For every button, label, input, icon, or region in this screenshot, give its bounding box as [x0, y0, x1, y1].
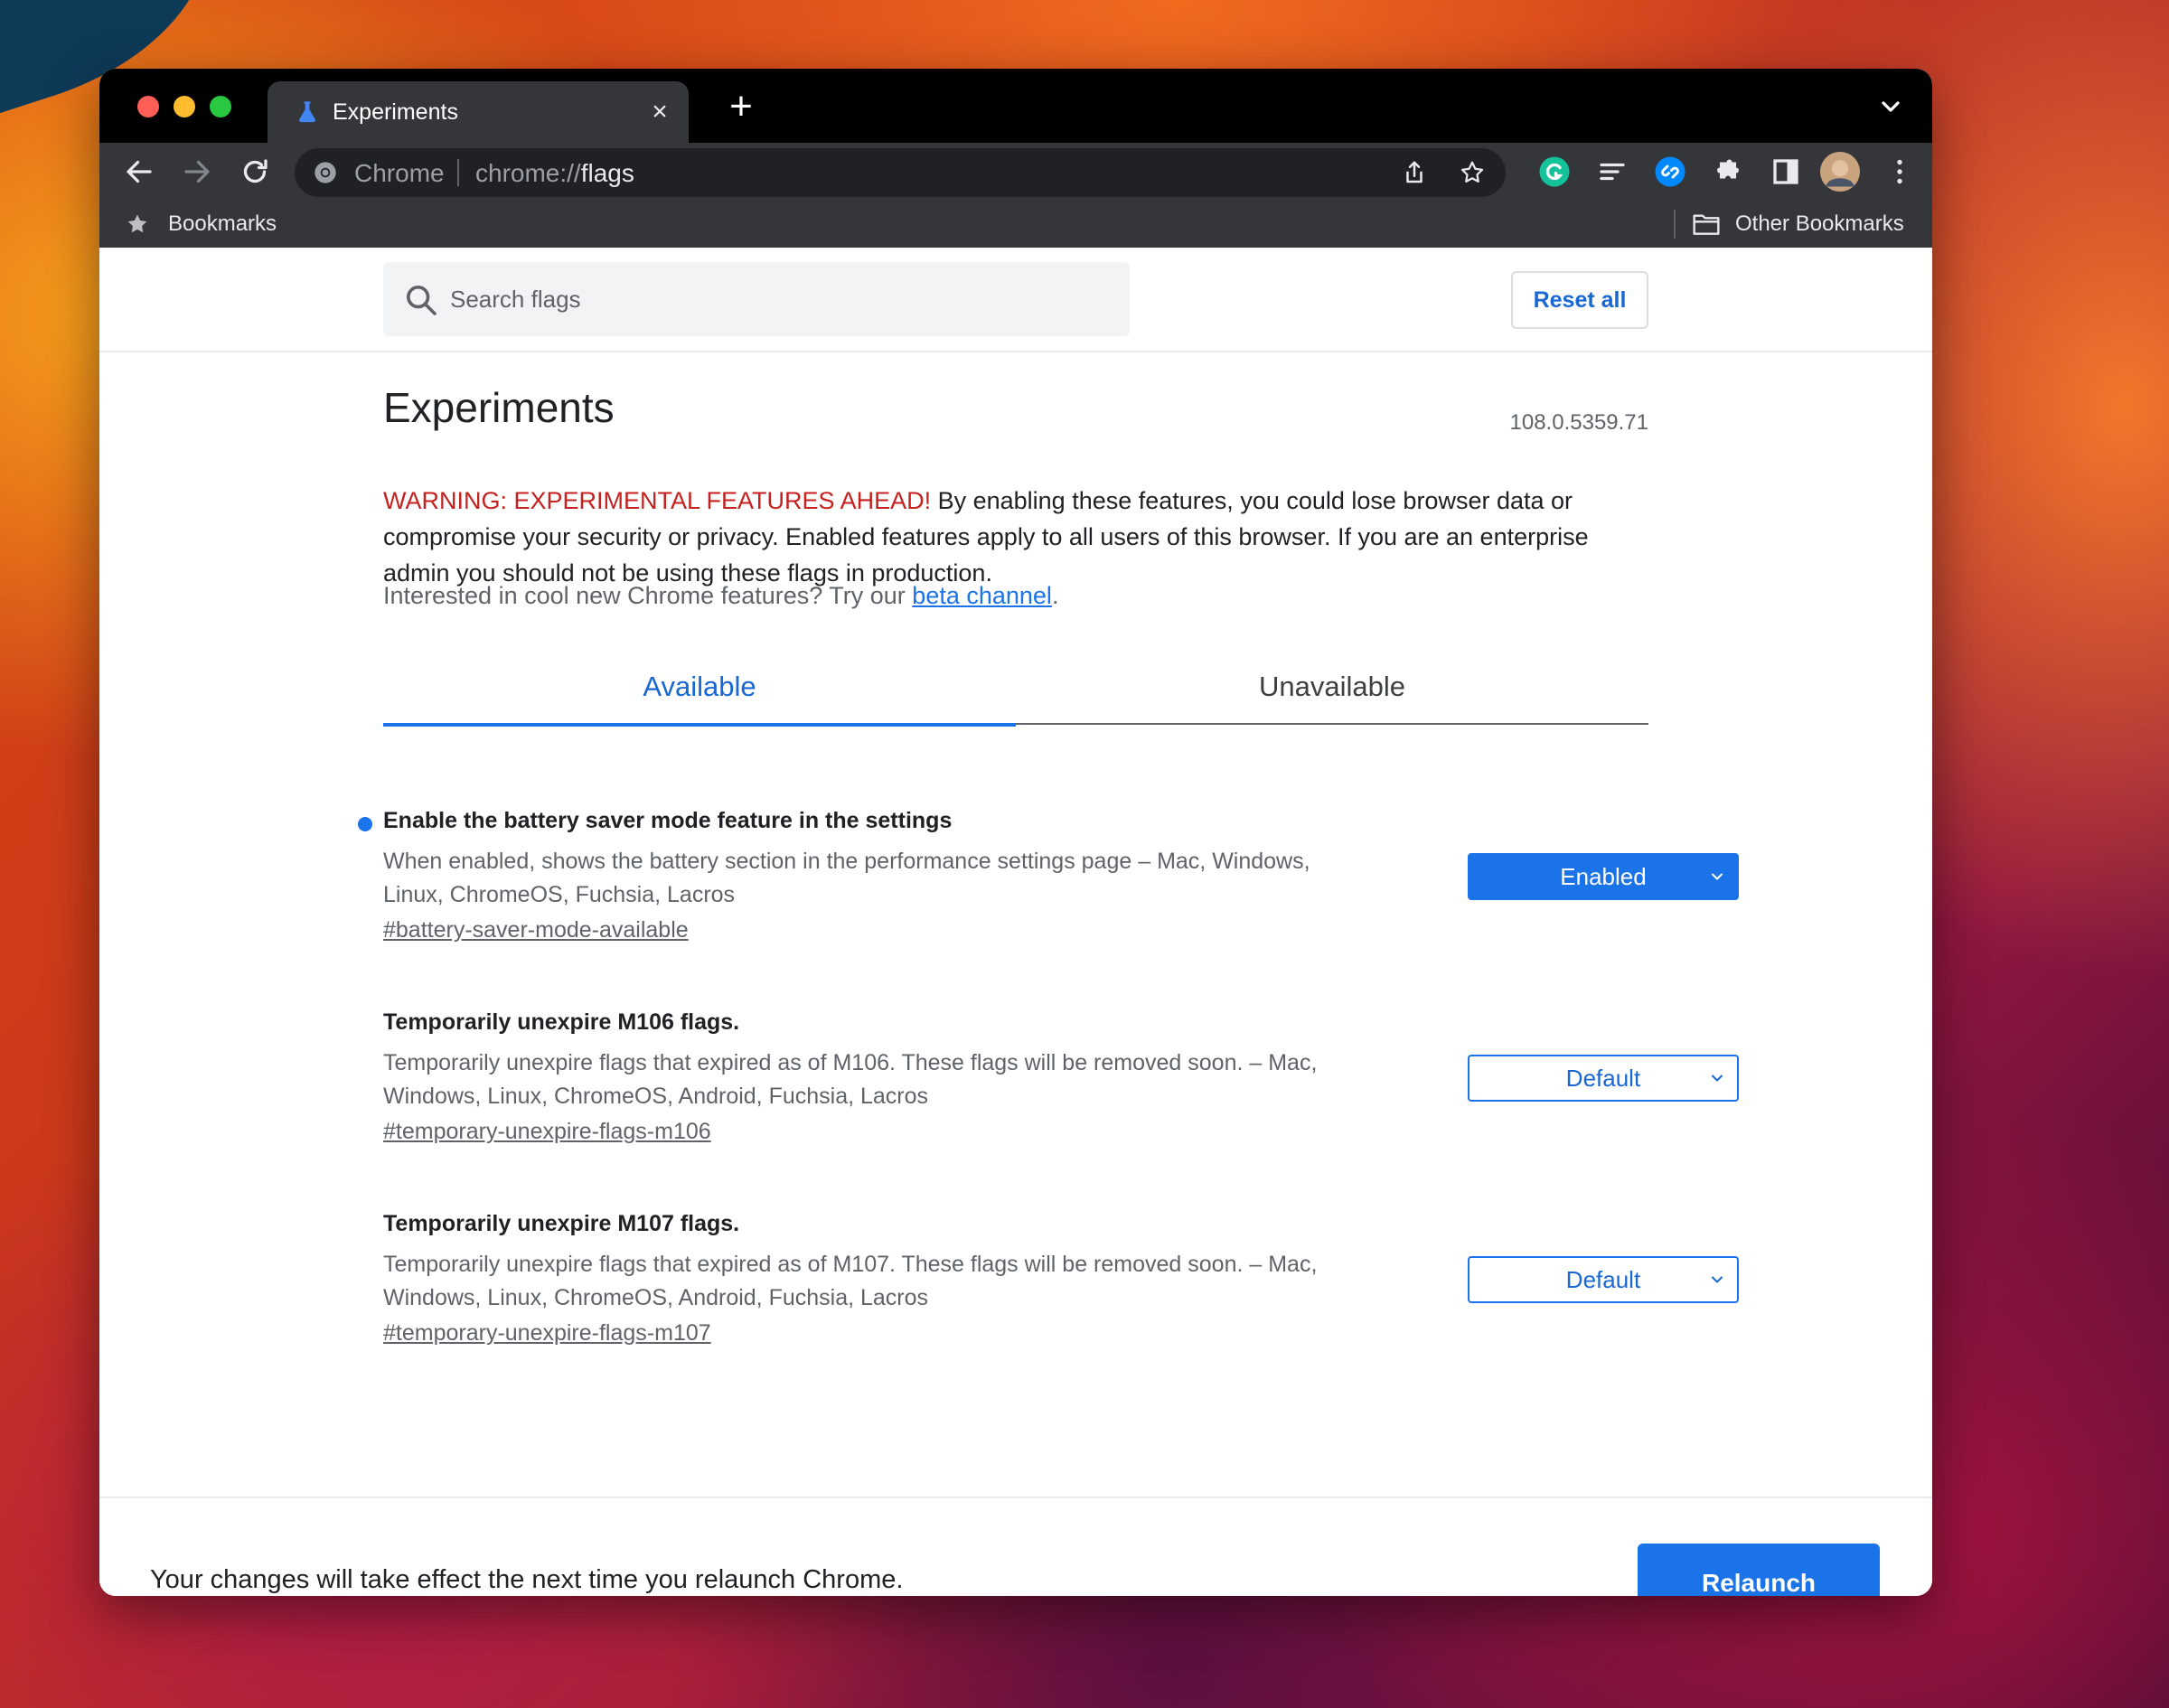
flag-title: Enable the battery saver mode feature in… [383, 808, 953, 833]
flag-description: Temporarily unexpire flags that expired … [383, 1050, 1318, 1109]
back-arrow-icon[interactable] [123, 155, 155, 188]
close-window-button[interactable] [137, 96, 159, 117]
flag-state-value: Default [1565, 1065, 1641, 1092]
chrome-logo-icon [315, 162, 336, 183]
url-scheme: chrome:// [475, 159, 581, 187]
relaunch-message: Your changes will take effect the next t… [150, 1565, 904, 1594]
page-title: Experiments [383, 384, 615, 431]
flag-item: Temporarily unexpire M106 flags. Tempora… [383, 1009, 1739, 1145]
other-bookmarks-label[interactable]: Other Bookmarks [1735, 211, 1904, 237]
bookmarks-label[interactable]: Bookmarks [168, 211, 277, 237]
reading-list-icon[interactable] [1596, 155, 1629, 188]
beta-channel-link[interactable]: beta channel [912, 582, 1052, 609]
bookmarks-bar: Bookmarks Other Bookmarks [99, 201, 1932, 248]
flag-state-select[interactable]: Enabled [1468, 853, 1739, 900]
flag-description: Temporarily unexpire flags that expired … [383, 1252, 1318, 1310]
bookmark-star-icon[interactable] [1459, 159, 1486, 186]
flag-permalink[interactable]: #temporary-unexpire-flags-m106 [383, 1119, 711, 1145]
share-icon[interactable] [1401, 159, 1428, 186]
warning-heading: WARNING: EXPERIMENTAL FEATURES AHEAD! [383, 487, 932, 514]
shazam-icon[interactable] [1654, 155, 1686, 188]
zoom-window-button[interactable] [210, 96, 231, 117]
reset-all-button[interactable]: Reset all [1511, 271, 1648, 329]
grammarly-icon[interactable] [1538, 155, 1571, 188]
flag-item: Enable the battery saver mode feature in… [358, 808, 1739, 943]
chevron-down-icon [1712, 1276, 1723, 1283]
search-header: Reset all [99, 248, 1932, 352]
flag-title: Temporarily unexpire M106 flags. [383, 1009, 740, 1035]
search-box[interactable] [383, 262, 1130, 336]
flag-state-value: Enabled [1560, 863, 1647, 890]
minimize-window-button[interactable] [174, 96, 195, 117]
omnibox-origin: Chrome [354, 159, 445, 187]
reload-icon[interactable] [239, 155, 271, 188]
title-bar: Experiments × + [99, 69, 1932, 143]
more-menu-icon[interactable] [1883, 155, 1916, 188]
flag-state-select[interactable]: Default [1468, 1055, 1739, 1102]
toolbar: Chrome chrome://flags [99, 143, 1932, 201]
bookmarks-divider [1674, 210, 1676, 239]
flags-tabs: Available Unavailable [383, 660, 1648, 727]
flag-state-value: Default [1565, 1266, 1641, 1293]
chevron-down-icon [1712, 873, 1723, 880]
extensions-puzzle-icon[interactable] [1712, 155, 1744, 188]
relaunch-button[interactable]: Relaunch [1638, 1544, 1880, 1596]
omnibox-separator [457, 159, 459, 186]
promo-text: Interested in cool new Chrome features? … [383, 582, 913, 609]
close-tab-icon[interactable]: × [645, 98, 674, 127]
tab-unavailable[interactable]: Unavailable [1016, 660, 1648, 725]
flag-state-select[interactable]: Default [1468, 1256, 1739, 1303]
new-tab-button[interactable]: + [723, 87, 759, 127]
side-panel-icon[interactable] [1770, 155, 1802, 188]
tab-available[interactable]: Available [383, 660, 1016, 727]
flag-description: When enabled, shows the battery section … [383, 849, 1310, 907]
beta-promo: Interested in cool new Chrome features? … [383, 582, 1058, 610]
omnibox-url: chrome://flags [475, 159, 634, 188]
flag-permalink[interactable]: #battery-saver-mode-available [383, 917, 689, 943]
chevron-down-icon[interactable] [1876, 92, 1905, 121]
chevron-down-icon [1712, 1075, 1723, 1082]
flask-icon [299, 101, 315, 123]
promo-end: . [1051, 582, 1059, 609]
warning-message: WARNING: EXPERIMENTAL FEATURES AHEAD! By… [383, 483, 1657, 591]
flag-permalink[interactable]: #temporary-unexpire-flags-m107 [383, 1320, 711, 1347]
forward-arrow-icon[interactable] [181, 155, 213, 188]
version-number: 108.0.5359.71 [1509, 410, 1648, 435]
flag-item: Temporarily unexpire M107 flags. Tempora… [383, 1211, 1739, 1347]
search-input[interactable] [450, 278, 1083, 320]
omnibox[interactable]: Chrome chrome://flags [295, 148, 1506, 197]
browser-window: Experiments × + Chrome chrome://flags Bo… [99, 69, 1932, 1596]
flag-title: Temporarily unexpire M107 flags. [383, 1211, 740, 1236]
url-path: flags [580, 159, 634, 187]
tab-experiments[interactable]: Experiments × [268, 81, 689, 143]
search-icon [407, 286, 437, 315]
relaunch-footer: Your changes will take effect the next t… [99, 1497, 1932, 1596]
folder-icon [1693, 214, 1720, 235]
tab-title: Experiments [333, 99, 458, 125]
flags-page: Reset all Experiments 108.0.5359.71 WARN… [99, 248, 1932, 1596]
avatar[interactable] [1820, 152, 1860, 192]
star-icon [127, 214, 147, 233]
modified-indicator [358, 817, 372, 831]
